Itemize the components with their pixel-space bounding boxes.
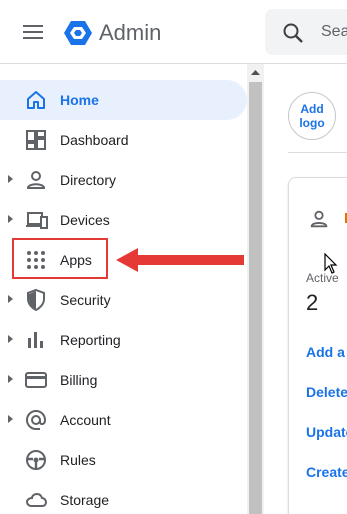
sidebar-scrollbar[interactable] bbox=[247, 64, 264, 514]
add-logo-button[interactable]: Add logo bbox=[288, 92, 336, 140]
person-icon bbox=[26, 171, 46, 189]
sidebar-item-security[interactable]: Security bbox=[0, 280, 247, 320]
expand-caret-icon[interactable] bbox=[8, 295, 13, 303]
sidebar-item-label: Rules bbox=[60, 452, 96, 468]
update-user-link[interactable]: Update bbox=[306, 424, 347, 440]
hamburger-menu-icon[interactable] bbox=[20, 20, 46, 44]
sidebar-item-directory[interactable]: Directory bbox=[0, 160, 247, 200]
admin-logo-icon bbox=[64, 21, 92, 45]
sidebar-item-storage[interactable]: Storage bbox=[0, 480, 247, 514]
home-icon bbox=[27, 91, 45, 109]
sidebar-item-label: Dashboard bbox=[60, 132, 129, 148]
sidebar-item-devices[interactable]: Devices bbox=[0, 200, 247, 240]
scroll-thumb[interactable] bbox=[249, 82, 262, 514]
expand-caret-icon[interactable] bbox=[8, 215, 13, 223]
sidebar-item-label: Reporting bbox=[60, 332, 121, 348]
bar-chart-icon bbox=[28, 332, 43, 348]
sidebar-nav: Home Dashboard Directory Devices Apps Se… bbox=[0, 64, 247, 514]
sidebar-item-label: Security bbox=[60, 292, 111, 308]
shield-icon bbox=[27, 288, 45, 312]
red-arrow-annotation bbox=[116, 248, 244, 272]
sidebar-item-label: Home bbox=[60, 92, 99, 108]
expand-caret-icon[interactable] bbox=[8, 375, 13, 383]
divider bbox=[288, 152, 347, 153]
delete-user-link[interactable]: Delete bbox=[306, 384, 347, 400]
search-icon bbox=[283, 23, 303, 43]
devices-icon bbox=[26, 212, 48, 229]
sidebar-item-rules[interactable]: Rules bbox=[0, 440, 247, 480]
expand-caret-icon[interactable] bbox=[8, 175, 13, 183]
dashboard-icon bbox=[26, 130, 46, 150]
sidebar-item-label: Devices bbox=[60, 212, 110, 228]
cloud-icon bbox=[25, 492, 48, 507]
search-bar[interactable]: Sea bbox=[265, 9, 347, 55]
sidebar-item-reporting[interactable]: Reporting bbox=[0, 320, 247, 360]
scroll-up-arrow-icon[interactable] bbox=[247, 64, 264, 81]
main-content: Add logo Active 2 Add a Delete Update Cr… bbox=[264, 64, 347, 514]
steering-wheel-icon bbox=[26, 450, 46, 470]
app-title: Admin bbox=[99, 20, 162, 45]
person-icon bbox=[310, 210, 328, 228]
sidebar-item-home[interactable]: Home bbox=[0, 80, 247, 120]
sidebar-item-label: Billing bbox=[60, 372, 98, 388]
users-card: Active 2 Add a Delete Update Create bbox=[288, 177, 347, 514]
sidebar-item-label: Storage bbox=[60, 492, 110, 508]
sidebar-item-label: Account bbox=[60, 412, 111, 428]
apps-highlight-box bbox=[12, 238, 108, 279]
credit-card-icon bbox=[25, 372, 47, 388]
at-sign-icon bbox=[25, 409, 47, 430]
admin-console-page: Admin Sea Home Dashboard Directory Devic… bbox=[0, 0, 347, 514]
sidebar-item-billing[interactable]: Billing bbox=[0, 360, 247, 400]
create-link[interactable]: Create bbox=[306, 464, 347, 480]
search-placeholder: Sea bbox=[321, 23, 347, 40]
sidebar-item-dashboard[interactable]: Dashboard bbox=[0, 120, 247, 160]
add-user-link[interactable]: Add a bbox=[306, 344, 345, 360]
expand-caret-icon[interactable] bbox=[8, 415, 13, 423]
sidebar-item-account[interactable]: Account bbox=[0, 400, 247, 440]
expand-caret-icon[interactable] bbox=[8, 335, 13, 343]
active-users-count: 2 bbox=[306, 290, 319, 315]
mouse-pointer-icon bbox=[324, 253, 338, 274]
top-bar: Admin Sea bbox=[0, 0, 347, 64]
sidebar-item-label: Directory bbox=[60, 172, 117, 188]
